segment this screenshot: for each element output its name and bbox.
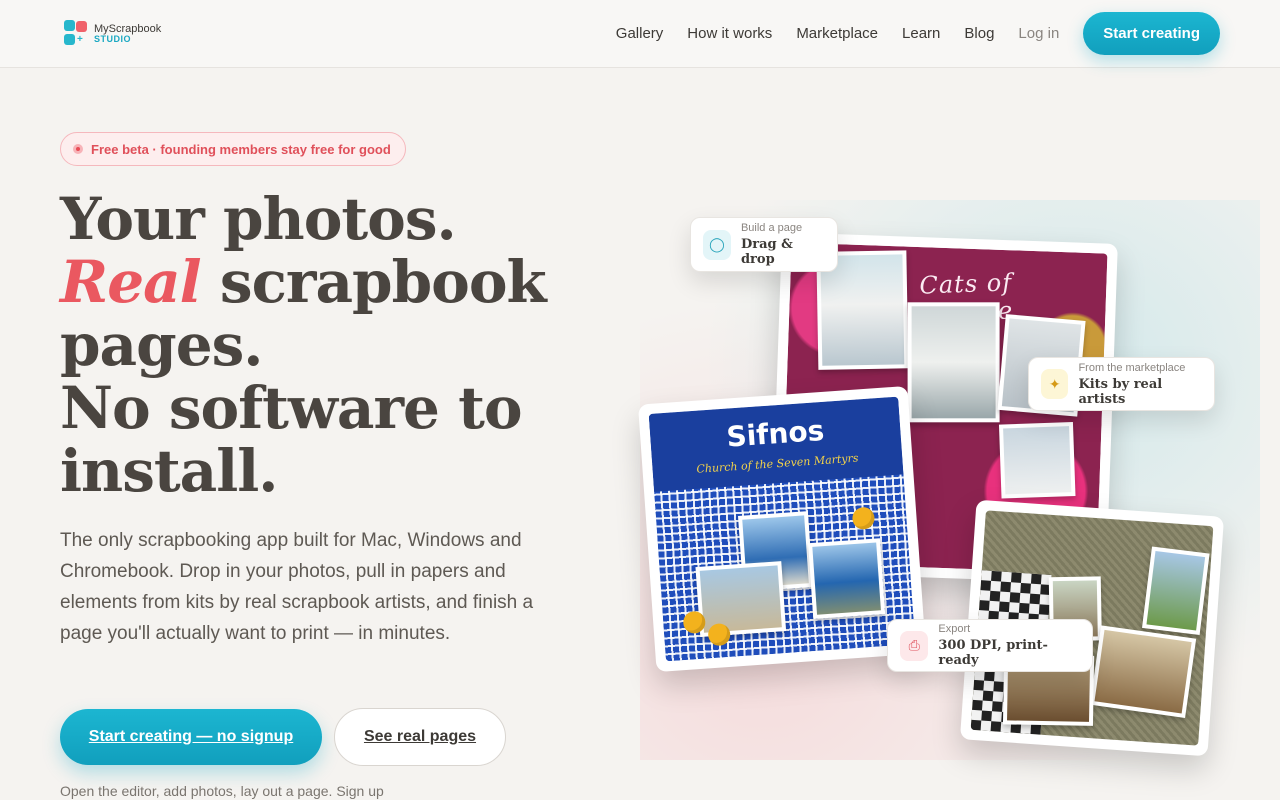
marketplace-chip: ✦ From the marketplace Kits by real arti… — [1028, 357, 1215, 411]
nav-gallery[interactable]: Gallery — [616, 25, 664, 42]
logo-icon: + — [64, 20, 88, 48]
brand-logo[interactable]: + MyScrapbook STUDIO — [64, 20, 161, 48]
beta-badge: Free beta · founding members stay free f… — [60, 132, 406, 166]
status-dot-icon — [73, 144, 83, 154]
headline-line-3: pages. — [60, 311, 263, 379]
nav-learn[interactable]: Learn — [902, 25, 940, 42]
horse-photo — [1089, 625, 1197, 718]
site-header: + MyScrapbook STUDIO Gallery How it work… — [0, 0, 1280, 68]
horse-photo — [1142, 546, 1210, 635]
export-chip: ⎙ Export 300 DPI, print-ready — [887, 619, 1093, 672]
build-page-chip: ◯ Build a page Drag & drop — [690, 217, 838, 272]
headline-line-1: Your photos. — [60, 185, 457, 253]
headline-line-4: No software to — [60, 374, 523, 442]
market-chip-label: From the marketplace — [1078, 361, 1186, 374]
login-link[interactable]: Log in — [1018, 25, 1059, 42]
start-creating-button[interactable]: Start creating — [1083, 12, 1220, 55]
hero-headline: Your photos. Real scrapbook pages. No so… — [60, 188, 620, 503]
main-nav: Gallery How it works Marketplace Learn B… — [592, 12, 1220, 55]
printer-icon: ⎙ — [900, 630, 929, 661]
lemon-embellishment — [851, 506, 876, 531]
export-chip-label: Export — [938, 623, 971, 635]
brand-subname: STUDIO — [94, 33, 132, 44]
headline-accent: Real — [60, 248, 202, 316]
start-creating-no-signup-button[interactable]: Start creating — no signup — [60, 709, 322, 765]
puzzle-icon: ✦ — [1041, 369, 1069, 399]
market-chip-value: Kits by real artists — [1078, 376, 1163, 407]
headline-line-5: install. — [60, 437, 278, 505]
mouse-icon: ◯ — [703, 229, 731, 260]
export-chip-value: 300 DPI, print-ready — [938, 638, 1048, 668]
headline-line-2: scrapbook — [200, 248, 547, 316]
see-real-pages-button[interactable]: See real pages — [334, 708, 506, 766]
sifnos-photo — [695, 561, 787, 637]
beta-badge-text: Free beta · founding members stay free f… — [91, 141, 391, 157]
hero-footnote: Open the editor, add photos, lay out a p… — [60, 783, 384, 799]
hero-subcopy: The only scrapbooking app built for Mac,… — [60, 530, 534, 644]
nav-marketplace[interactable]: Marketplace — [796, 25, 878, 42]
build-chip-value: Drag & drop — [740, 237, 793, 267]
nav-blog[interactable]: Blog — [964, 25, 994, 42]
scrapbook-page-sifnos: Sifnos Church of the Seven Martyrs — [637, 385, 927, 673]
sifnos-photo — [808, 538, 886, 620]
greece-photo — [998, 422, 1076, 499]
brand-name: MyScrapbook — [94, 22, 162, 35]
build-chip-label: Build a page — [740, 222, 803, 234]
lemon-embellishment — [707, 622, 731, 647]
greece-photo — [907, 302, 1000, 423]
nav-how-it-works[interactable]: How it works — [687, 25, 772, 42]
